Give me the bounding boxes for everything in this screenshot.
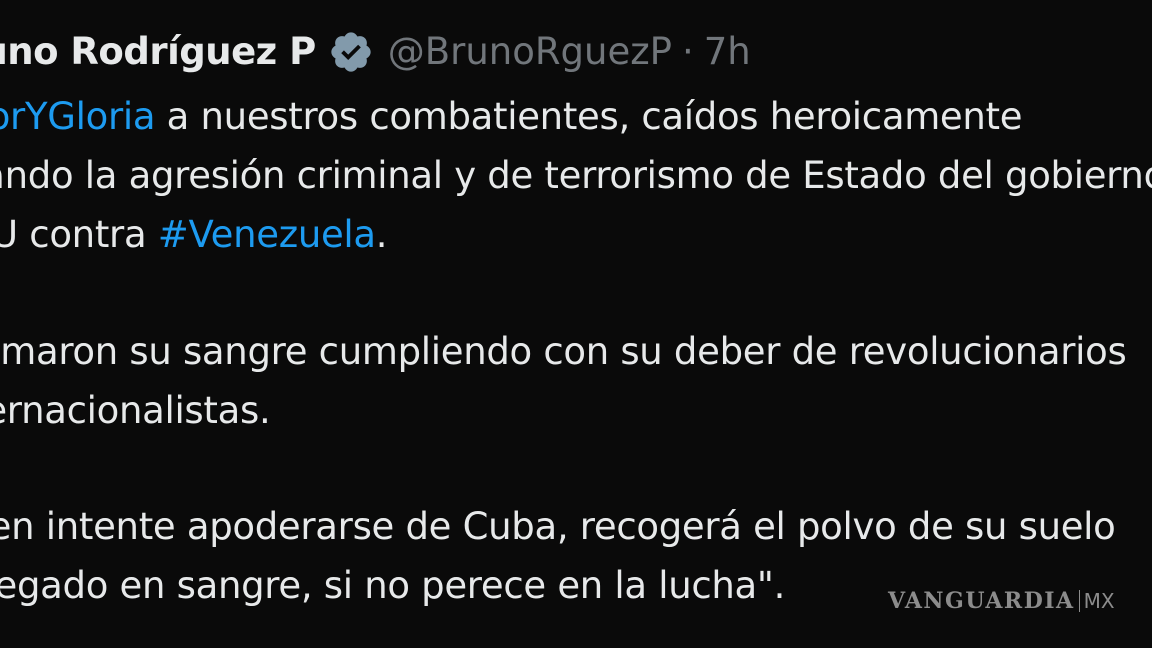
header-separator: ·: [682, 30, 694, 73]
tweet-text-segment: .: [375, 213, 388, 256]
author-name[interactable]: Bruno Rodríguez P: [0, 28, 316, 76]
tweet-text-line-1: #HonorYGloria a nuestros combatientes, c…: [0, 93, 1023, 141]
watermark-country: MX: [1083, 589, 1115, 613]
author-handle[interactable]: @BrunoRguezP: [388, 28, 672, 76]
tweet-card: Bruno Rodríguez P @BrunoRguezP · 7h #Hon…: [0, 0, 1152, 648]
tweet-text-segment: de EEUU contra: [0, 213, 147, 256]
tweet-text-segment: internacionalistas.: [0, 389, 271, 432]
tweet-text-line-7: anegado en sangre, si no perece en la lu…: [0, 562, 785, 610]
hashtag-link[interactable]: #HonorYGloria: [0, 95, 156, 138]
tweet-text-segment: Derramaron su sangre cumpliendo con su d…: [0, 330, 1127, 373]
tweet-text-line-4: Derramaron su sangre cumpliendo con su d…: [0, 328, 1127, 376]
tweet-text-segment: a nuestros combatientes, caídos heroicam…: [155, 95, 1023, 138]
hashtag-link[interactable]: #Venezuela: [158, 213, 376, 256]
tweet-text-segment: "Quien intente apoderarse de Cuba, recog…: [0, 505, 1116, 548]
tweet-header: Bruno Rodríguez P @BrunoRguezP · 7h: [0, 28, 751, 76]
tweet-text-line-3: de EEUU contra #Venezuela.: [0, 211, 388, 259]
verified-badge-icon[interactable]: [328, 29, 374, 75]
tweet-text-segment: anegado en sangre, si no perece en la lu…: [0, 564, 786, 607]
tweet-timestamp[interactable]: 7h: [704, 28, 751, 76]
tweet-text-line-2: enfrentando la agresión criminal y de te…: [0, 152, 1152, 200]
tweet-text-line-5: internacionalistas.: [0, 387, 271, 435]
watermark-brand: VANGUARDIA: [888, 588, 1075, 614]
watermark-divider: [1078, 590, 1080, 612]
tweet-text-segment: enfrentando la agresión criminal y de te…: [0, 154, 1152, 197]
vanguardia-watermark: VANGUARDIA MX: [888, 588, 1115, 614]
tweet-text-line-6: "Quien intente apoderarse de Cuba, recog…: [0, 503, 1116, 551]
